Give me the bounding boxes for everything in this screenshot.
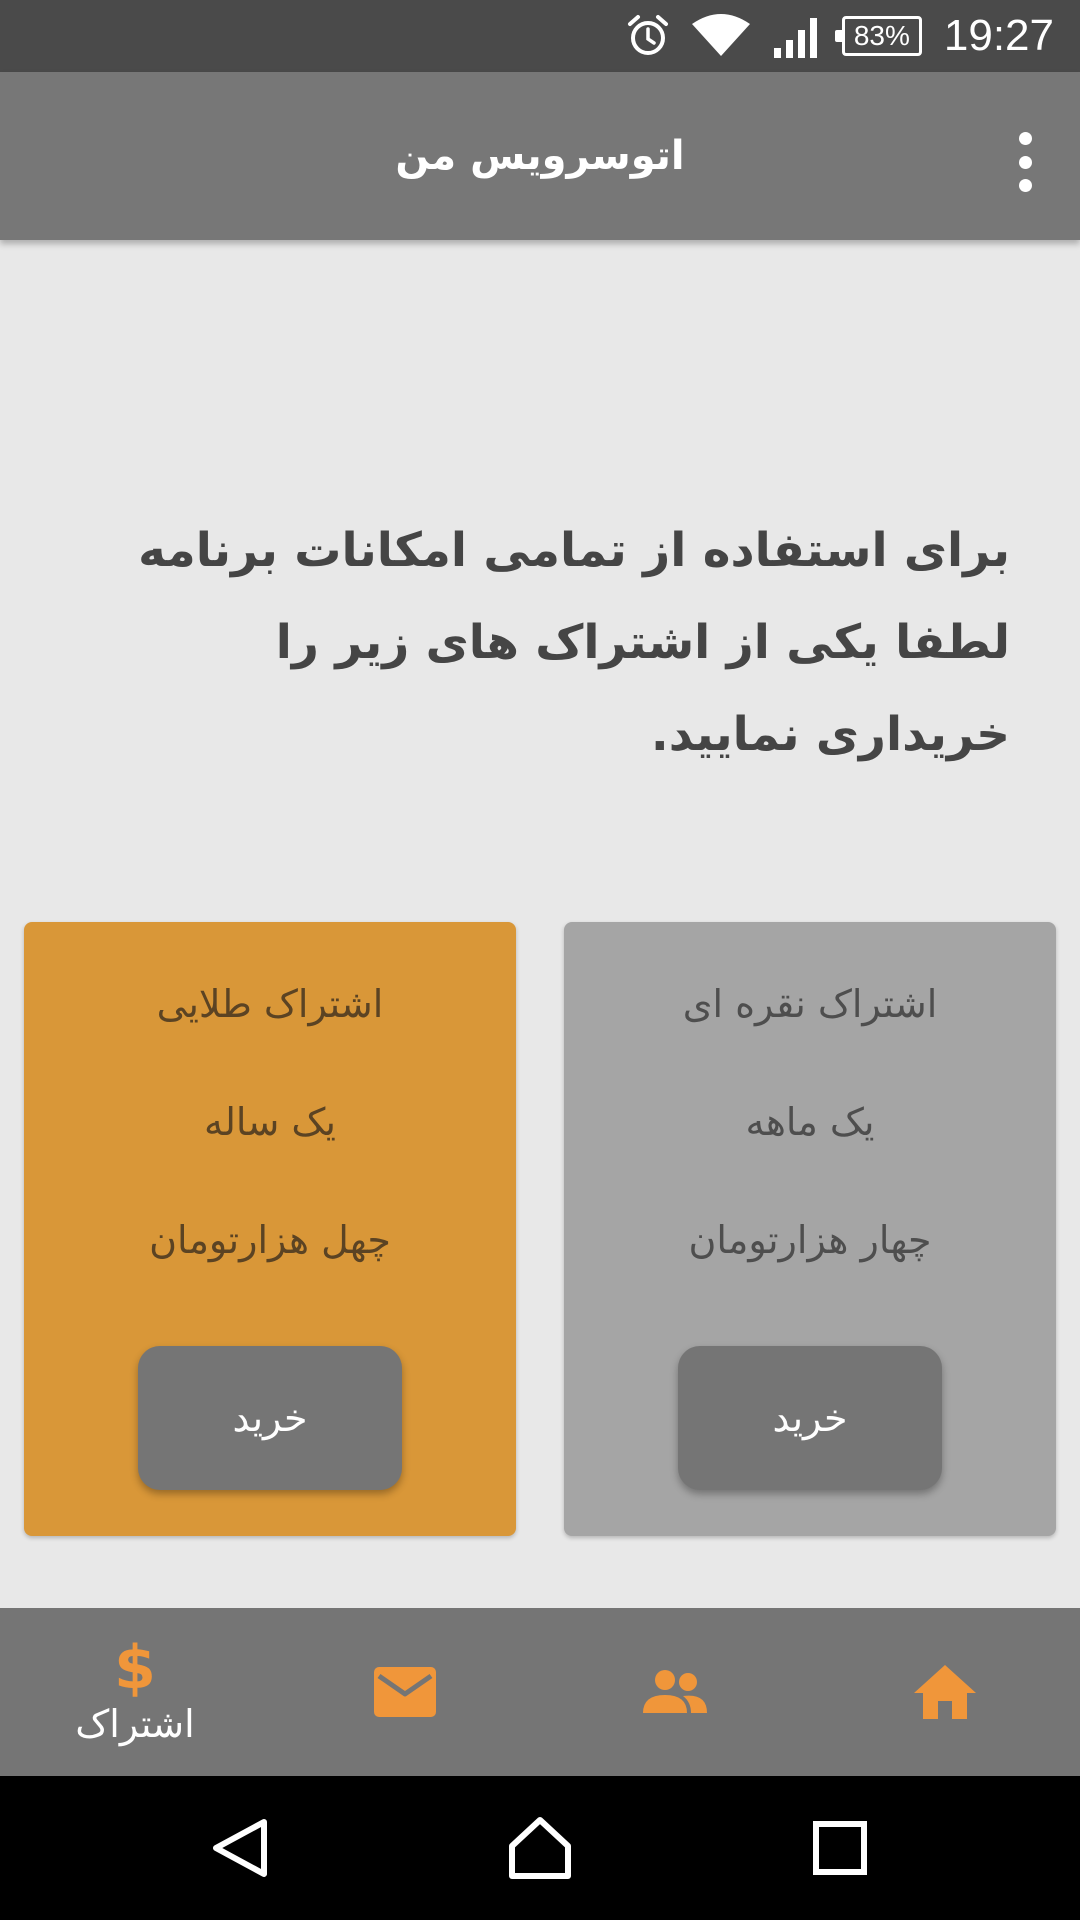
home-system-button[interactable] — [460, 1776, 620, 1920]
bottom-nav: $ اشتراک — [0, 1608, 1080, 1776]
dollar-icon: $ — [114, 1633, 156, 1703]
plan-name: اشتراک نقره ای — [682, 982, 938, 1026]
plan-name: اشتراک طلایی — [156, 982, 384, 1026]
gold-plan-card: اشتراک طلایی یک ساله چهل هزارتومان خرید — [24, 922, 516, 1536]
app-title: اتوسرویس من — [395, 133, 685, 179]
overflow-menu-icon[interactable] — [1010, 132, 1040, 192]
back-button[interactable] — [160, 1776, 320, 1920]
silver-plan-card: اشتراک نقره ای یک ماهه چهار هزارتومان خر… — [564, 922, 1056, 1536]
mail-icon — [374, 1667, 436, 1717]
recents-button[interactable] — [760, 1776, 920, 1920]
recents-icon — [813, 1821, 867, 1875]
app-bar: اتوسرویس من — [0, 72, 1080, 240]
system-nav-bar — [0, 1776, 1080, 1920]
battery-percent: 83% — [853, 20, 910, 51]
battery-indicator: 83% — [834, 16, 922, 56]
plan-duration: یک ساله — [203, 1100, 337, 1144]
plan-price: چهار هزارتومان — [688, 1218, 932, 1262]
wifi-icon — [691, 14, 750, 56]
plan-duration: یک ماهه — [745, 1100, 875, 1144]
signal-icon — [773, 18, 817, 58]
plan-price: چهل هزارتومان — [149, 1218, 391, 1262]
buy-silver-button[interactable]: خرید — [678, 1346, 942, 1490]
home-icon — [914, 1665, 976, 1719]
nav-item-home[interactable] — [810, 1608, 1080, 1776]
back-icon — [213, 1819, 267, 1877]
nav-item-people[interactable] — [540, 1608, 810, 1776]
people-icon — [643, 1670, 707, 1713]
buy-gold-button[interactable]: خرید — [138, 1346, 402, 1490]
nav-item-messages[interactable] — [270, 1608, 540, 1776]
alarm-icon — [627, 15, 668, 55]
subscription-message: برای استفاده از تمامی امکانات برنامه لطف… — [138, 523, 1010, 762]
home-outline-icon — [509, 1817, 571, 1879]
status-bar: 83% 19:27 — [0, 0, 1080, 72]
nav-item-label: اشتراک — [75, 1702, 195, 1746]
nav-item-subscription[interactable]: $ اشتراک — [0, 1608, 270, 1776]
clock: 19:27 — [943, 11, 1054, 60]
